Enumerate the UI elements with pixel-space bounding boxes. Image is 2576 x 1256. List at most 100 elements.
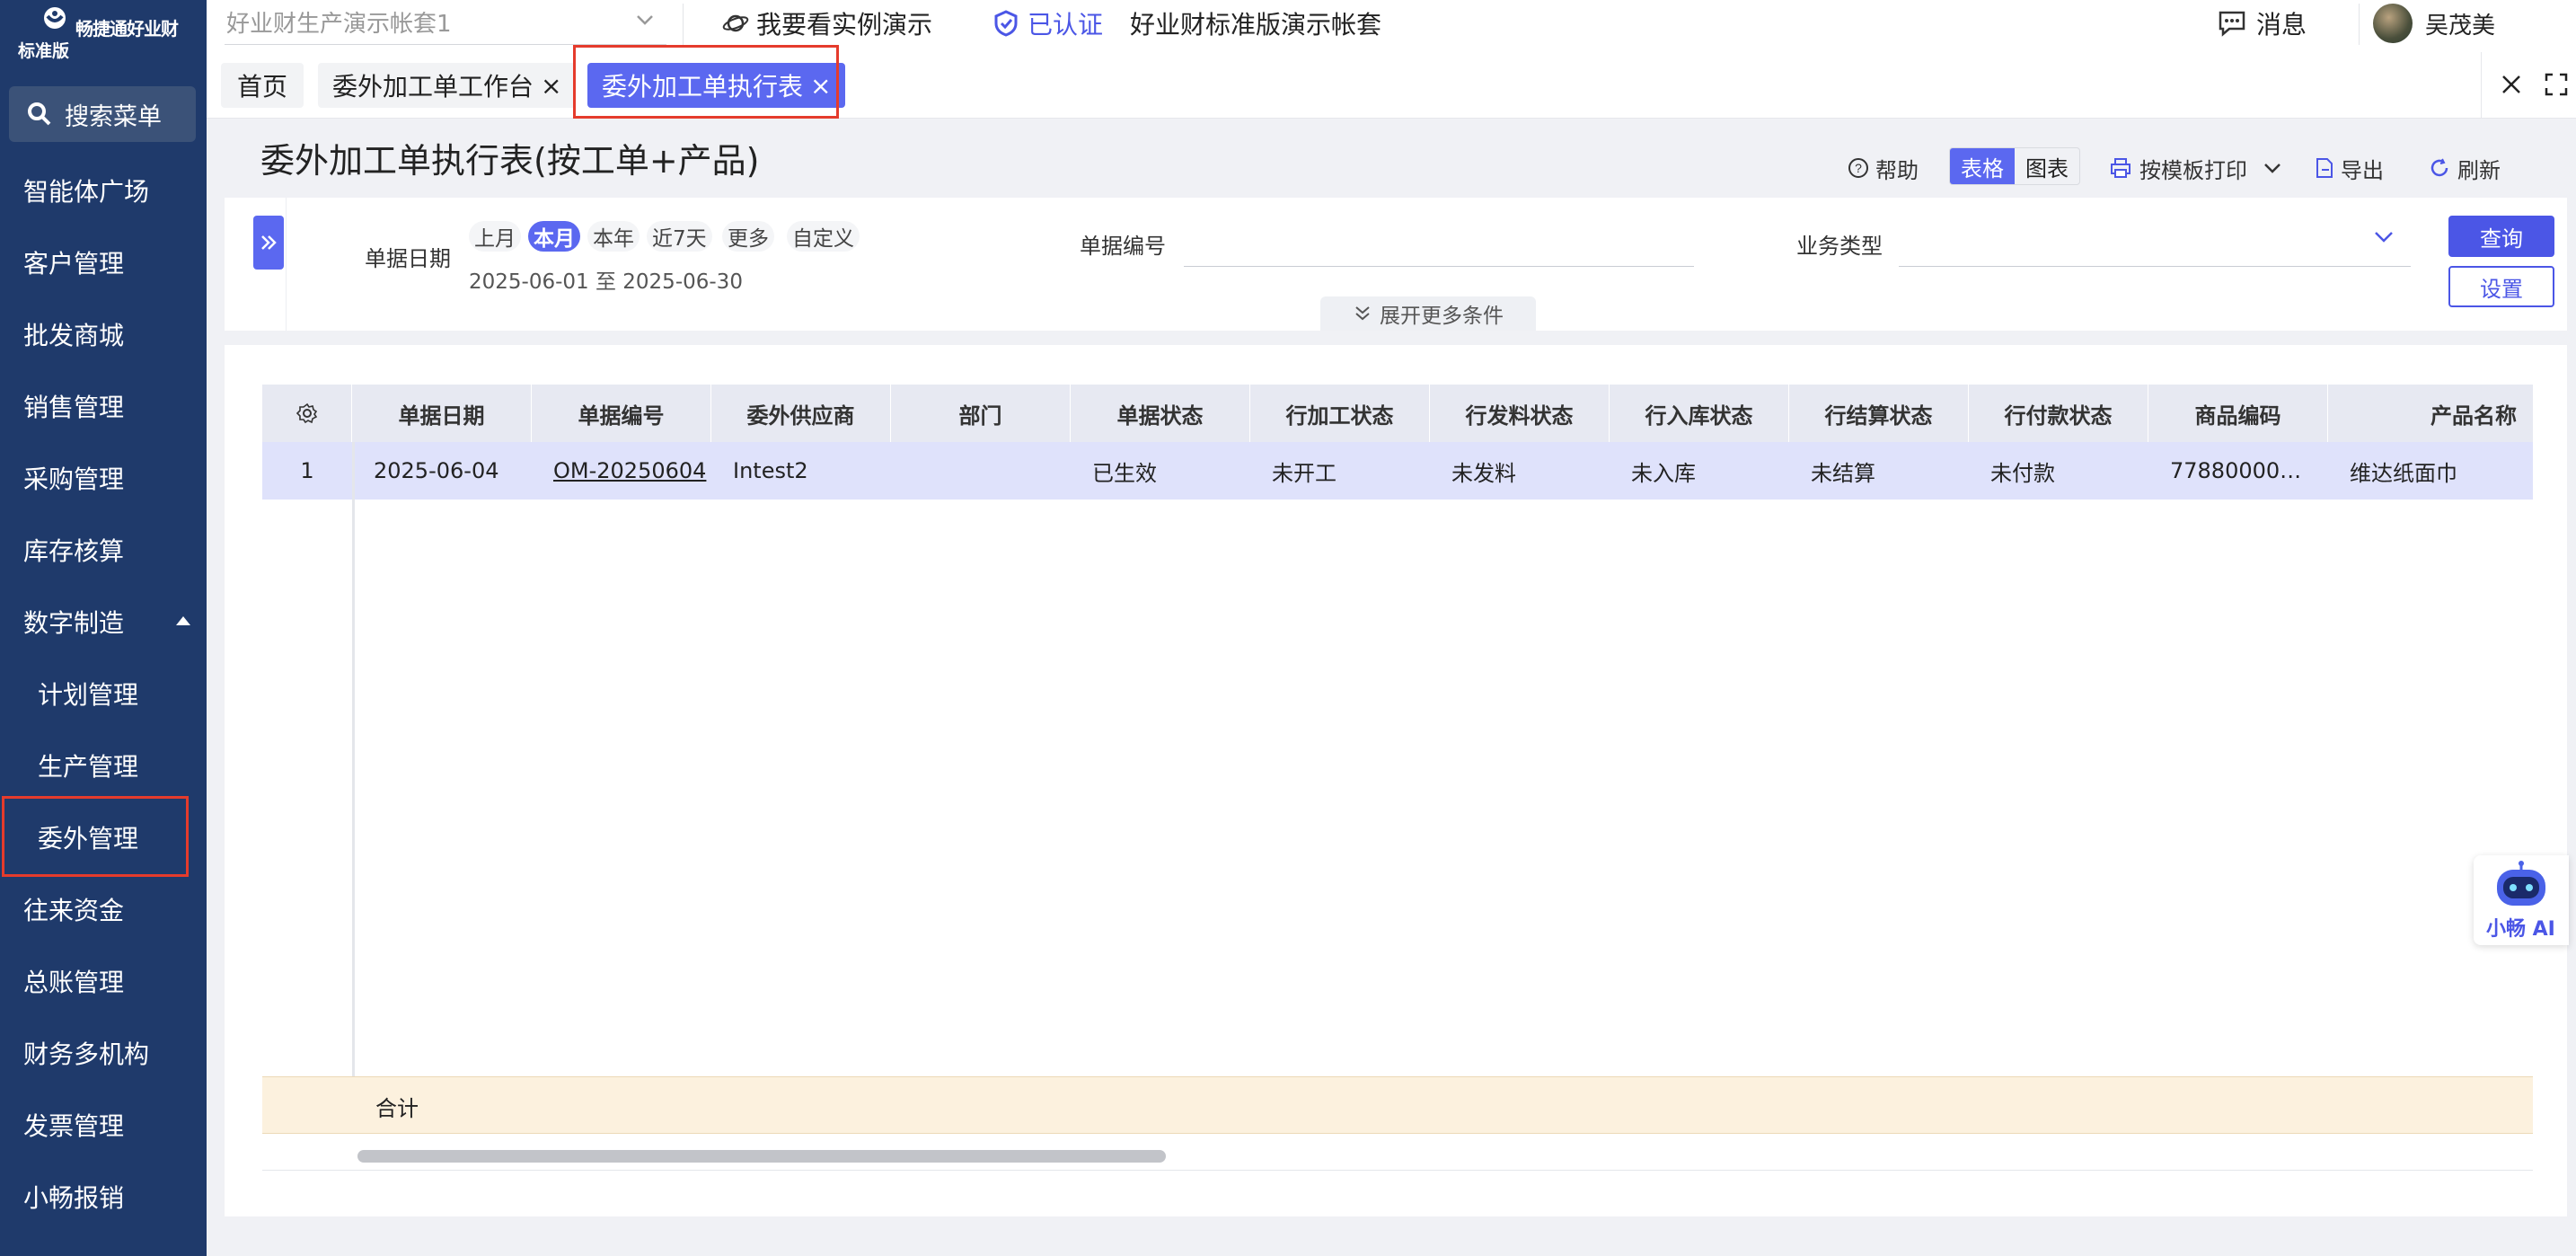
ai-assistant-button[interactable]: 小畅 AI — [2474, 855, 2569, 945]
row-index: 1 — [300, 458, 314, 483]
sidebar-item-agent-plaza[interactable]: 智能体广场 — [0, 155, 207, 226]
sidebar-item-purchase[interactable]: 采购管理 — [0, 442, 207, 514]
divider — [2481, 52, 2482, 119]
date-chip-custom[interactable]: 自定义 — [787, 221, 860, 252]
export-label: 导出 — [2341, 157, 2384, 183]
sidebar-item-reimburse[interactable]: 小畅报销 — [0, 1161, 207, 1233]
close-icon[interactable]: × — [541, 71, 561, 101]
messages-label: 消息 — [2256, 10, 2307, 40]
settings-button[interactable]: 设置 — [2448, 266, 2554, 307]
sidebar-item-planning[interactable]: 计划管理 — [0, 658, 207, 730]
tab-label: 委外加工单工作台 — [332, 72, 534, 102]
date-chip-this-year[interactable]: 本年 — [587, 221, 640, 252]
export-icon — [2316, 158, 2333, 178]
date-chip-this-month[interactable]: 本月 — [528, 221, 580, 252]
date-label: 单据日期 — [365, 246, 451, 271]
brand-name: 畅捷通好业财 — [75, 18, 179, 40]
divider — [683, 4, 684, 45]
view-toggle: 表格 图表 — [1949, 147, 2080, 185]
refresh-button[interactable]: 刷新 — [2429, 149, 2501, 187]
print-button[interactable]: 按模板打印 — [2109, 149, 2283, 187]
close-all-tabs-icon[interactable] — [2495, 68, 2527, 101]
column-header[interactable]: 行结算状态 — [1789, 385, 1969, 442]
cell-inbound-status: 未入库 — [1631, 460, 1696, 486]
column-header[interactable]: 行入库状态 — [1610, 385, 1789, 442]
divider — [262, 1170, 2533, 1171]
sidebar-item-digital-manufacturing[interactable]: 数字制造 — [0, 586, 207, 658]
planet-icon — [722, 14, 749, 32]
print-label: 按模板打印 — [2139, 157, 2247, 183]
sidebar-item-inventory[interactable]: 库存核算 — [0, 514, 207, 586]
export-button[interactable]: 导出 — [2314, 149, 2384, 187]
ai-assistant-label: 小畅 AI — [2486, 918, 2555, 941]
demo-link[interactable]: 我要看实例演示 — [722, 4, 932, 43]
column-header[interactable]: 单据编号 — [532, 385, 711, 442]
biz-type-select[interactable] — [1899, 266, 2411, 267]
account-select[interactable]: 好业财生产演示帐套1 — [225, 0, 666, 45]
expand-filter-button[interactable] — [253, 216, 284, 270]
double-chevron-right-icon — [261, 235, 277, 250]
cell-department — [913, 442, 1065, 500]
sidebar-item-multi-org[interactable]: 财务多机构 — [0, 1017, 207, 1089]
date-chip-last-7-days[interactable]: 近7天 — [647, 221, 712, 252]
biz-type-label: 业务类型 — [1796, 234, 1883, 259]
brand-logo[interactable]: 畅捷通好业财 标准版 — [16, 4, 205, 61]
avatar[interactable] — [2373, 4, 2413, 43]
chevron-down-icon[interactable] — [2371, 225, 2396, 250]
brand-edition: 标准版 — [18, 41, 70, 61]
column-header[interactable]: 部门 — [891, 385, 1071, 442]
table-row[interactable]: 1 2025-06-04 OM-20250604 Intest2 已生效 未开工… — [262, 442, 2533, 500]
column-header[interactable]: 产品名称 — [2328, 385, 2533, 442]
certified-badge[interactable]: 已认证 — [993, 4, 1103, 43]
messages-button[interactable]: 消息 — [2217, 4, 2307, 43]
refresh-icon — [2430, 158, 2448, 177]
column-header[interactable]: 单据日期 — [352, 385, 532, 442]
table-header: 单据日期 单据编号 委外供应商 部门 单据状态 行加工状态 行发料状态 行入库状… — [262, 385, 2533, 442]
view-table-button[interactable]: 表格 — [1950, 148, 2015, 184]
cell-material-status: 未发料 — [1451, 460, 1516, 486]
filter-panel: 单据日期 上月 本月 本年 近7天 更多 自定义 2025-06-01 至 20… — [225, 198, 2567, 331]
message-icon — [2219, 11, 2245, 37]
sidebar-item-customers[interactable]: 客户管理 — [0, 226, 207, 298]
help-button[interactable]: ? 帮助 — [1847, 149, 1919, 187]
tab-bar: 首页 委外加工单工作台 × 委外加工单执行表 × — [207, 45, 2576, 119]
date-chip-last-month[interactable]: 上月 — [469, 221, 521, 252]
help-label: 帮助 — [1875, 157, 1919, 183]
fullscreen-icon[interactable] — [2540, 68, 2572, 101]
user-name[interactable]: 吴茂美 — [2425, 4, 2495, 43]
cell-product-name: 维达纸面巾 — [2350, 460, 2457, 486]
sidebar-item-invoices[interactable]: 发票管理 — [0, 1089, 207, 1161]
column-settings-button[interactable] — [262, 385, 352, 442]
certified-label: 已认证 — [1028, 10, 1104, 40]
column-header[interactable]: 委外供应商 — [711, 385, 891, 442]
help-icon: ? — [1848, 158, 1868, 178]
more-conditions-button[interactable]: 展开更多条件 — [1320, 296, 1536, 331]
sidebar-item-wholesale[interactable]: 批发商城 — [0, 298, 207, 370]
highlight-active-tab — [573, 45, 839, 119]
sidebar-item-sales[interactable]: 销售管理 — [0, 370, 207, 442]
column-header[interactable]: 单据状态 — [1071, 385, 1250, 442]
column-header[interactable]: 商品编码 — [2148, 385, 2328, 442]
sidebar-item-ledger[interactable]: 总账管理 — [0, 945, 207, 1017]
doc-no-input[interactable] — [1184, 266, 1694, 267]
chevron-down-icon[interactable] — [2262, 157, 2283, 179]
printer-icon — [2111, 158, 2130, 178]
tab-outsourcing-workbench[interactable]: 委外加工单工作台 × — [318, 63, 577, 108]
column-header[interactable]: 行付款状态 — [1969, 385, 2148, 442]
date-chip-more[interactable]: 更多 — [722, 221, 774, 252]
sidebar-item-production[interactable]: 生产管理 — [0, 730, 207, 801]
query-button[interactable]: 查询 — [2448, 216, 2554, 257]
tab-home[interactable]: 首页 — [221, 63, 304, 108]
robot-icon — [2497, 861, 2545, 906]
cell-date: 2025-06-04 — [374, 458, 499, 483]
more-conditions-label: 展开更多条件 — [1380, 305, 1504, 328]
cell-doc-no-link[interactable]: OM-20250604 — [553, 442, 708, 500]
horizontal-scrollbar[interactable] — [357, 1150, 1166, 1163]
view-chart-button[interactable]: 图表 — [2015, 148, 2079, 184]
cell-product-code: 77880000… — [2170, 458, 2302, 483]
search-menu-button[interactable]: 搜索菜单 — [9, 86, 196, 142]
sidebar-item-funds[interactable]: 往来资金 — [0, 873, 207, 945]
column-header[interactable]: 行发料状态 — [1430, 385, 1610, 442]
column-header[interactable]: 行加工状态 — [1250, 385, 1430, 442]
total-row: 合计 — [262, 1076, 2533, 1134]
